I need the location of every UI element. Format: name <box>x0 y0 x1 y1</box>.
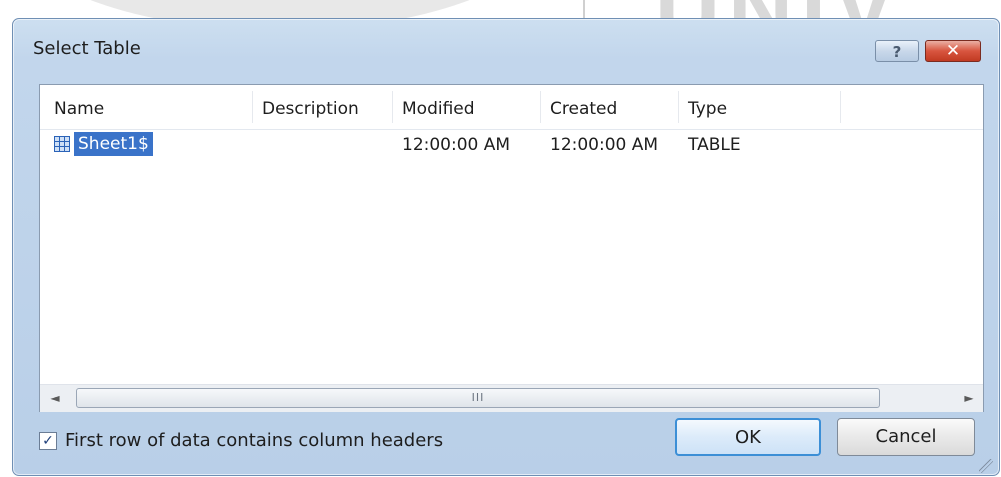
column-separator[interactable] <box>678 91 679 123</box>
first-row-headers-checkbox[interactable]: ✓ <box>39 432 57 450</box>
table-row-modified: 12:00:00 AM <box>402 135 511 155</box>
column-header-modified[interactable]: Modified <box>402 99 475 119</box>
table-row-created: 12:00:00 AM <box>550 135 659 155</box>
column-separator[interactable] <box>392 91 393 123</box>
scroll-left-icon[interactable]: ◄ <box>44 388 66 408</box>
scrollbar-grip-icon: III <box>471 391 485 404</box>
column-separator[interactable] <box>540 91 541 123</box>
table-row-type: TABLE <box>688 135 741 155</box>
select-table-dialog: Select Table ? ✕ Name Description Modifi… <box>12 18 1000 476</box>
ok-button[interactable]: OK <box>675 418 821 456</box>
column-header-description[interactable]: Description <box>262 99 359 119</box>
cancel-button[interactable]: Cancel <box>837 418 975 456</box>
help-button[interactable]: ? <box>875 40 919 62</box>
horizontal-scrollbar[interactable]: ◄ III ► <box>40 384 983 412</box>
dialog-title: Select Table <box>33 38 141 59</box>
column-header-type[interactable]: Type <box>688 99 727 119</box>
scroll-right-icon[interactable]: ► <box>958 388 980 408</box>
table-row[interactable]: Sheet1$ 12:00:00 AM 12:00:00 AM TABLE <box>40 129 983 159</box>
table-row-name[interactable]: Sheet1$ <box>74 132 153 156</box>
table-icon <box>54 136 70 152</box>
first-row-headers-label[interactable]: First row of data contains column header… <box>65 430 443 451</box>
column-separator[interactable] <box>840 91 841 123</box>
column-header-name[interactable]: Name <box>54 99 104 119</box>
table-list[interactable]: Name Description Modified Created Type S… <box>39 84 984 412</box>
title-bar[interactable]: Select Table ? ✕ <box>13 19 999 75</box>
column-separator[interactable] <box>252 91 253 123</box>
close-button[interactable]: ✕ <box>925 40 981 62</box>
column-header-row: Name Description Modified Created Type <box>40 85 983 130</box>
scrollbar-thumb[interactable]: III <box>76 388 880 408</box>
column-header-created[interactable]: Created <box>550 99 617 119</box>
resize-grip-icon[interactable] <box>979 459 993 473</box>
